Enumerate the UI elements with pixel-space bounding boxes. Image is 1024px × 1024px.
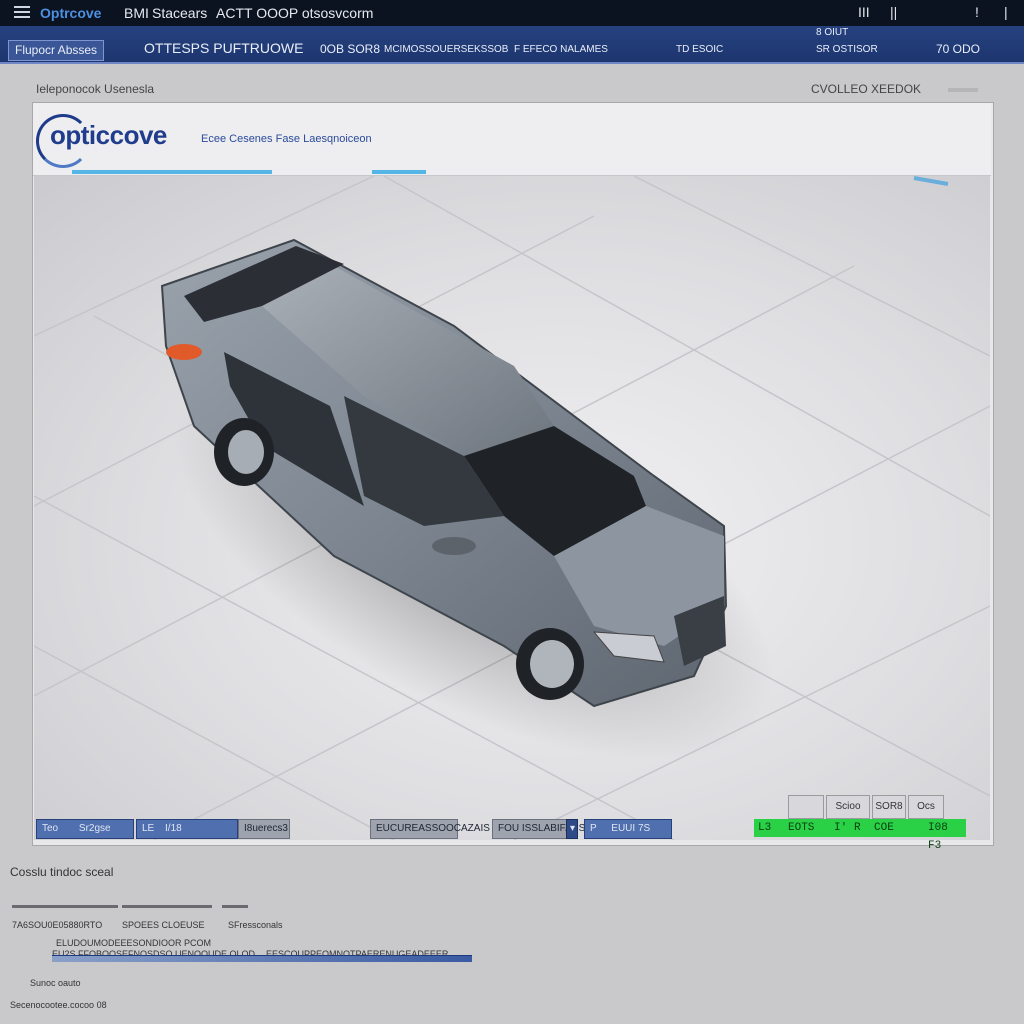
status-seg-a: L3 [758, 822, 772, 834]
view-mini-button-3[interactable]: SOR8 [872, 795, 906, 819]
hamburger-menu-icon[interactable] [14, 6, 30, 19]
panel-title-left: Ieleponocok Usenesla [36, 82, 155, 96]
control-field-3[interactable]: EUCUREASSOOCAZAIS [370, 819, 490, 839]
status-seg-d: R [854, 822, 861, 834]
control-field-5-value: EUUI 7S [611, 823, 651, 834]
status-seg-f: I08 F3 [928, 822, 948, 852]
lower-progress-bar [52, 955, 472, 962]
control-field-2-value: I/18 [165, 823, 182, 834]
car-3d-viewport[interactable] [34, 176, 990, 840]
control-field-1-label: Teo [42, 823, 59, 834]
lower-section-title: Cosslu tindoc sceal [10, 865, 114, 879]
toolbar-item-1[interactable]: 0OB SOR8 [320, 40, 380, 59]
control-field-2[interactable]: LE I/18 [136, 819, 238, 839]
toolbar-left-button[interactable]: Flupocr Absses [8, 40, 105, 61]
control-field-5[interactable]: P EUUI 7S [584, 819, 672, 839]
status-seg-b: EOTS [788, 822, 815, 834]
lower-row1-col2: SPOEES CLOEUSE [122, 920, 205, 930]
menu-item-2[interactable]: Stacears [152, 5, 207, 21]
window-control-3[interactable]: ! [975, 4, 979, 20]
app-name: Optrcove [40, 5, 102, 21]
view-mini-button-1[interactable] [788, 795, 824, 819]
toolbar-item-5[interactable]: SR OSTISOR [816, 40, 878, 59]
toolbar-title: OTTESPS PUFTRUOWE [144, 40, 304, 56]
menu-item-1[interactable]: BMI [124, 5, 149, 21]
car-scene-image [34, 176, 990, 840]
control-field-2-extra[interactable]: I8uerecs3 [238, 819, 290, 839]
logo-tagline: Ecee Cesenes Fase Laesqnoiceon [201, 133, 372, 145]
lower-divider-1 [12, 905, 118, 908]
header-accent-line-2 [372, 170, 426, 174]
toolbar-sub-status: 8 OIUT [816, 27, 849, 38]
toolbar-item-3[interactable]: F EFECO NALAMES [514, 40, 608, 59]
header-accent-line-1 [72, 170, 272, 174]
lower-row1-col3: SFressconals [228, 920, 283, 930]
toolbar-item-6[interactable]: 70 ODO [936, 40, 980, 59]
control-field-5-label: P [590, 823, 597, 834]
control-field-1[interactable]: Teo Sr2gse [36, 819, 134, 839]
lower-divider-2 [122, 905, 212, 908]
lower-status-text: Sunoc oauto [30, 978, 81, 988]
control-field-1-value: Sr2gse [78, 823, 111, 834]
window-control-1[interactable]: III [858, 4, 870, 20]
window-control-4[interactable]: | [1004, 4, 1008, 20]
lower-row1-col1: 7A6SOU0E05880RTO [12, 920, 103, 930]
lower-footer-text: Secenocootee.cocoo 08 [10, 1000, 107, 1010]
title-bar: Optrcove BMI Stacears ACTT OOOP otsosvco… [0, 0, 1024, 26]
status-seg-c: I' [834, 822, 848, 834]
status-seg-e: COE [874, 822, 894, 834]
main-toolbar: 8 OIUT Flupocr Absses OTTESPS PUFTRUOWE … [0, 26, 1024, 64]
logo-header [33, 103, 991, 176]
view-mini-button-2[interactable]: Scioo [826, 795, 870, 819]
window-control-2[interactable]: || [890, 4, 897, 20]
logo-wordmark: opticcove [50, 120, 167, 150]
panel-minimize-bar[interactable] [948, 88, 978, 92]
panel-title-right: CVOLLEO XEEDOK [811, 82, 922, 96]
dropdown-chevron-icon[interactable]: ▾ [566, 819, 578, 839]
view-mini-button-4[interactable]: Ocs [908, 795, 944, 819]
toolbar-item-4[interactable]: TD ESOIC [676, 40, 723, 59]
menu-item-3[interactable]: ACTT OOOP otsosvcorm [216, 5, 373, 21]
toolbar-item-2[interactable]: MCIMOSSOUERSEKSSOB [384, 40, 508, 59]
green-status-bar: L3 EOTS I' R COE I08 F3 [754, 819, 966, 852]
lower-divider-3 [222, 905, 248, 908]
lower-row2: ELUDOUMODEEESONDIOOR PCOM [56, 938, 212, 948]
control-field-2-label: LE [142, 823, 155, 834]
